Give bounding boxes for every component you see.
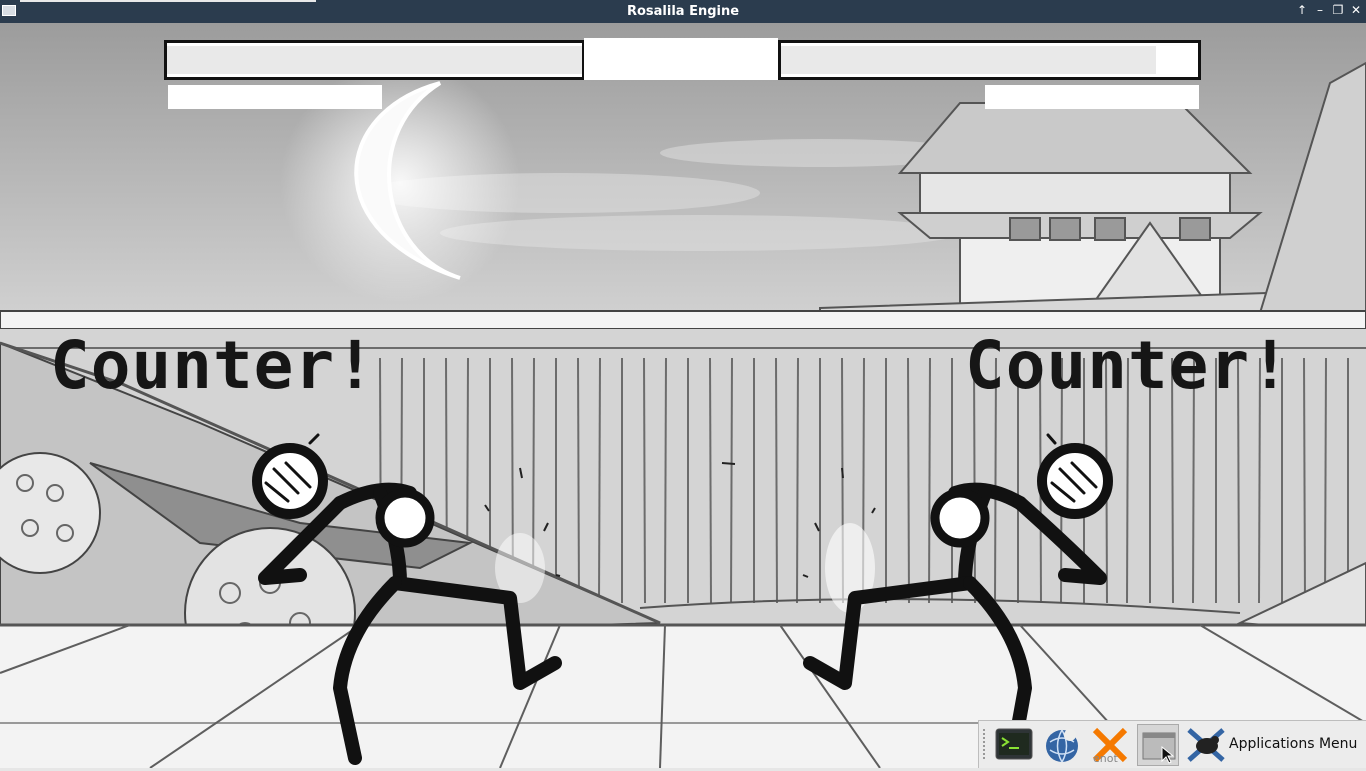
wall-plank-line xyxy=(709,357,712,604)
maximize-icon[interactable]: ❐ xyxy=(1332,3,1344,17)
player1-health-bar xyxy=(164,40,585,80)
xfce-app-icon[interactable]: enot xyxy=(1089,724,1131,766)
wall-plank-line xyxy=(796,357,799,604)
window-controls: ↑ – ❐ ✕ xyxy=(1296,3,1362,17)
web-browser-icon[interactable] xyxy=(1041,724,1083,766)
panel-handle[interactable] xyxy=(983,729,989,759)
close-icon[interactable]: ✕ xyxy=(1350,3,1362,17)
panel-taskbar: enot Applications Menu xyxy=(978,720,1366,768)
round-timer xyxy=(584,38,778,80)
window-title: Rosalila Engine xyxy=(626,4,740,19)
player2-health-fill xyxy=(781,46,1156,74)
svg-text:enot: enot xyxy=(1093,752,1118,765)
counter-message-right: Counter! xyxy=(965,327,1291,404)
wall-plank-line xyxy=(577,357,580,604)
game-viewport[interactable]: Counter! Counter! xyxy=(0,23,1366,768)
keep-above-icon[interactable]: ↑ xyxy=(1296,3,1308,17)
player2-health-bar xyxy=(778,40,1201,80)
wall-plank-line xyxy=(775,357,778,604)
wall-plank-line xyxy=(1303,357,1306,604)
window-titlebar: Rosalila Engine ↑ – ❐ ✕ xyxy=(0,0,1366,23)
titlebar-progress xyxy=(20,0,316,2)
wall-plank-line xyxy=(643,357,646,604)
wall-plank-line xyxy=(928,357,931,604)
window-icon[interactable] xyxy=(1137,724,1179,766)
wall-plank-line xyxy=(1324,357,1327,604)
player1-health-fill xyxy=(167,46,582,74)
applications-menu-button[interactable]: Applications Menu xyxy=(1229,736,1357,752)
minimize-icon[interactable]: – xyxy=(1314,3,1326,17)
applications-menu-icon[interactable] xyxy=(1185,724,1227,766)
player2-power-bar xyxy=(985,85,1199,109)
wall-plank-line xyxy=(598,357,601,604)
terminal-icon[interactable] xyxy=(993,724,1035,766)
player1-power-bar xyxy=(168,85,382,109)
counter-message-left: Counter! xyxy=(50,327,376,404)
wall-plank-line xyxy=(664,357,667,604)
wall-plank-line xyxy=(907,357,910,604)
wall-plank-line xyxy=(730,357,733,604)
